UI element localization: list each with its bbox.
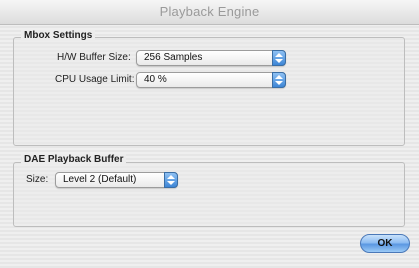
up-down-arrows-icon: [164, 172, 178, 188]
dae-size-value: Level 2 (Default): [63, 174, 137, 185]
cpu-usage-popup[interactable]: 40 %: [136, 72, 286, 88]
buffer-size-label: H/W Buffer Size:: [57, 52, 131, 63]
ok-button[interactable]: OK: [360, 234, 410, 253]
window-title: Playback Engine: [159, 4, 260, 19]
cpu-usage-label: CPU Usage Limit:: [55, 74, 135, 85]
size-label: Size:: [26, 174, 49, 185]
playback-engine-dialog: Playback Engine Mbox Settings H/W Buffer…: [0, 0, 419, 268]
dae-playback-buffer-label: DAE Playback Buffer: [21, 154, 127, 165]
buffer-size-value: 256 Samples: [144, 52, 203, 63]
dae-size-popup[interactable]: Level 2 (Default): [55, 172, 178, 188]
title-bar[interactable]: Playback Engine: [0, 0, 419, 25]
cpu-usage-value: 40 %: [144, 74, 167, 85]
up-down-arrows-icon: [272, 50, 286, 66]
mbox-settings-label: Mbox Settings: [21, 30, 96, 41]
buffer-size-popup[interactable]: 256 Samples: [136, 50, 286, 66]
up-down-arrows-icon: [272, 72, 286, 88]
